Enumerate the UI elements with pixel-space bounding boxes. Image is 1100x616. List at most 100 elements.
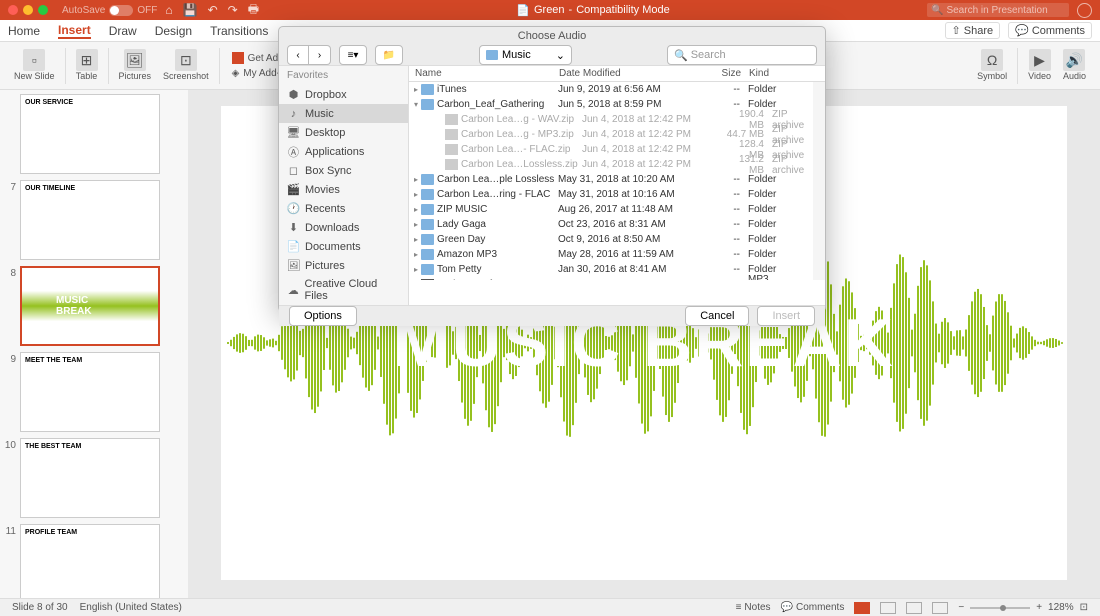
sidebar-item[interactable]: ⒶApplications bbox=[279, 142, 408, 161]
document-title: 📄Green - Compatibility Mode bbox=[259, 4, 927, 17]
save-icon: 💾 bbox=[183, 3, 198, 17]
sidebar-icon: ☁ bbox=[287, 284, 300, 297]
dialog-search[interactable]: 🔍Search bbox=[667, 45, 817, 65]
sidebar-item[interactable]: 🎬Movies bbox=[279, 180, 408, 199]
title-search[interactable]: 🔍Search in Presentation bbox=[927, 3, 1069, 17]
slide-thumbnail[interactable]: PROFILE TEAM bbox=[20, 524, 160, 598]
print-icon: 🖶 bbox=[248, 0, 259, 21]
addin-icon: ◈ bbox=[232, 68, 240, 79]
location-dropdown[interactable]: Music⌄ bbox=[479, 45, 572, 65]
folder-icon bbox=[421, 99, 434, 110]
slide-thumbnail[interactable]: MUSIC BREAK bbox=[20, 266, 160, 346]
insert-button[interactable]: Insert bbox=[757, 306, 815, 326]
comments-status-button[interactable]: 💬Comments bbox=[781, 602, 845, 613]
window-controls[interactable] bbox=[8, 5, 48, 15]
sidebar-item[interactable]: 🖼Pictures bbox=[279, 256, 408, 275]
dialog-toolbar: ‹› ≡▾ 📁 Music⌄ 🔍Search bbox=[279, 45, 825, 65]
tab-draw[interactable]: Draw bbox=[109, 24, 137, 38]
nav-back-button[interactable]: ‹ bbox=[287, 45, 309, 65]
dialog-footer: Options Cancel Insert bbox=[279, 305, 825, 326]
file-list: Name Date Modified Size Kind ▸iTunesJun … bbox=[409, 66, 825, 305]
autosave-toggle[interactable]: AutoSaveOFF bbox=[62, 5, 157, 16]
sidebar-icon: 🎬 bbox=[287, 183, 300, 196]
sidebar-icon: Ⓐ bbox=[287, 145, 300, 158]
folder-icon bbox=[421, 84, 434, 95]
screenshot-button[interactable]: ⊡Screenshot bbox=[157, 49, 215, 82]
audio-button[interactable]: 🔊Audio bbox=[1057, 49, 1092, 82]
sorter-view-button[interactable] bbox=[880, 602, 896, 614]
view-mode-dropdown[interactable]: ≡▾ bbox=[339, 45, 367, 65]
file-row[interactable]: ▸ZIP MUSICAug 26, 2017 at 11:48 AM--Fold… bbox=[409, 202, 825, 217]
file-row[interactable]: Carbon Leaf…New Year.mp3Jan 16, 2016 at … bbox=[409, 277, 825, 280]
redo-icon: ↷ bbox=[228, 3, 238, 17]
file-row[interactable]: Carbon Lea…g - WAV.zipJun 4, 2018 at 12:… bbox=[409, 112, 825, 127]
user-account-icon[interactable] bbox=[1077, 3, 1092, 18]
sidebar-item[interactable]: ⬢Dropbox bbox=[279, 85, 408, 104]
zoom-control[interactable]: −+ 128%⊡ bbox=[958, 602, 1088, 613]
folder-icon bbox=[421, 204, 434, 215]
dialog-sidebar: Favorites ⬢Dropbox♪Music🖥DesktopⒶApplica… bbox=[279, 66, 409, 305]
sidebar-item[interactable]: 🕐Recents bbox=[279, 199, 408, 218]
cancel-button[interactable]: Cancel bbox=[685, 306, 749, 326]
sidebar-icon: ◻ bbox=[287, 164, 300, 177]
quick-access[interactable]: ⌂💾↶↷🖶 bbox=[165, 0, 259, 21]
sidebar-item[interactable]: ⬇Downloads bbox=[279, 218, 408, 237]
nav-forward-button[interactable]: › bbox=[309, 45, 331, 65]
slide-thumbnail[interactable]: MEET THE TEAM bbox=[20, 352, 160, 432]
store-icon bbox=[232, 52, 244, 64]
search-icon: 🔍 bbox=[931, 5, 943, 16]
statusbar: Slide 8 of 30 English (United States) ≡N… bbox=[0, 598, 1100, 616]
scrollbar[interactable] bbox=[813, 82, 825, 280]
sidebar-item[interactable]: 🖥Desktop bbox=[279, 123, 408, 142]
notes-button[interactable]: ≡Notes bbox=[736, 602, 771, 613]
folder-icon bbox=[421, 249, 434, 260]
sidebar-icon: ⬢ bbox=[287, 88, 300, 101]
sidebar-icon: 🖼 bbox=[287, 259, 300, 272]
tab-insert[interactable]: Insert bbox=[58, 23, 91, 39]
comments-button[interactable]: 💬Comments bbox=[1008, 22, 1092, 39]
file-row[interactable]: Carbon Lea…Lossless.zipJun 4, 2018 at 12… bbox=[409, 157, 825, 172]
slide-indicator: Slide 8 of 30 bbox=[12, 602, 68, 613]
options-button[interactable]: Options bbox=[289, 306, 357, 326]
sidebar-item[interactable]: ☁Creative Cloud Files bbox=[279, 275, 408, 305]
share-button[interactable]: ⇧Share bbox=[945, 22, 1001, 39]
slide-thumbnail[interactable]: OUR SERVICE bbox=[20, 94, 160, 174]
file-row[interactable]: ▸Amazon MP3May 28, 2016 at 11:59 AM--Fol… bbox=[409, 247, 825, 262]
share-icon: ⇧ bbox=[952, 24, 961, 37]
sidebar-icon: 🖥 bbox=[287, 126, 300, 139]
sidebar-icon: ♪ bbox=[287, 107, 300, 120]
language-indicator[interactable]: English (United States) bbox=[80, 602, 182, 613]
sidebar-item[interactable]: 📄Documents bbox=[279, 237, 408, 256]
slideshow-view-button[interactable] bbox=[932, 602, 948, 614]
file-row[interactable]: ▸Green DayOct 9, 2016 at 8:50 AM--Folder bbox=[409, 232, 825, 247]
file-row[interactable]: ▸iTunesJun 9, 2019 at 6:56 AM--Folder bbox=[409, 82, 825, 97]
slide-thumbnail[interactable]: THE BEST TEAM bbox=[20, 438, 160, 518]
slide-thumbnails[interactable]: ✱OUR SERVICE7✱OUR TIMELINE8✱MUSIC BREAK9… bbox=[0, 90, 188, 598]
group-dropdown[interactable]: 📁 bbox=[375, 45, 403, 65]
symbol-button[interactable]: ΩSymbol bbox=[971, 49, 1013, 82]
titlebar: AutoSaveOFF ⌂💾↶↷🖶 📄Green - Compatibility… bbox=[0, 0, 1100, 20]
file-row[interactable]: ▸Lady GagaOct 23, 2016 at 8:31 AM--Folde… bbox=[409, 217, 825, 232]
folder-icon bbox=[421, 219, 434, 230]
normal-view-button[interactable] bbox=[854, 602, 870, 614]
video-button[interactable]: ▶Video bbox=[1022, 49, 1057, 82]
table-button[interactable]: ⊞Table bbox=[70, 49, 104, 82]
sidebar-item[interactable]: ◻Box Sync bbox=[279, 161, 408, 180]
new-slide-button[interactable]: ▫New Slide bbox=[8, 49, 61, 82]
choose-audio-dialog: Choose Audio ‹› ≡▾ 📁 Music⌄ 🔍Search Favo… bbox=[278, 26, 826, 312]
reading-view-button[interactable] bbox=[906, 602, 922, 614]
slide-thumbnail[interactable]: OUR TIMELINE bbox=[20, 180, 160, 260]
pictures-button[interactable]: 🖼Pictures bbox=[113, 49, 158, 82]
comment-icon: 💬 bbox=[1015, 24, 1029, 37]
dialog-title: Choose Audio bbox=[279, 27, 825, 45]
zoom-in-icon: + bbox=[1036, 602, 1042, 613]
tab-home[interactable]: Home bbox=[8, 24, 40, 38]
file-row[interactable]: ▸Carbon Lea…ring - FLACMay 31, 2018 at 1… bbox=[409, 187, 825, 202]
screenshot-icon: ⊡ bbox=[175, 49, 197, 71]
column-headers[interactable]: Name Date Modified Size Kind bbox=[409, 66, 825, 82]
tab-design[interactable]: Design bbox=[155, 24, 192, 38]
file-row[interactable]: ▸Carbon Lea…ple LosslessMay 31, 2018 at … bbox=[409, 172, 825, 187]
tab-transitions[interactable]: Transitions bbox=[210, 24, 268, 38]
symbol-icon: Ω bbox=[981, 49, 1003, 71]
sidebar-item[interactable]: ♪Music bbox=[279, 104, 408, 123]
